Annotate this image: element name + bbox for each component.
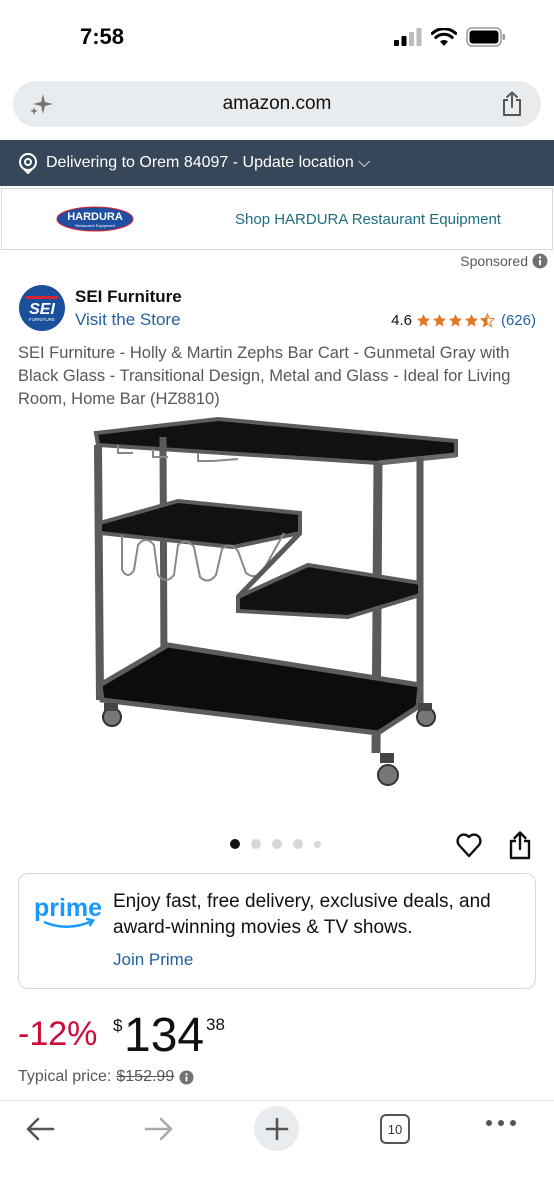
sei-logo-mark: SEI FURNITURE: [26, 296, 58, 322]
gallery-dot[interactable]: [314, 840, 321, 848]
cellular-signal-icon: [394, 28, 422, 46]
more-menu-icon[interactable]: [486, 1120, 516, 1126]
heart-icon[interactable]: [455, 831, 483, 859]
forward-arrow-icon[interactable]: [143, 1115, 175, 1143]
gallery-pagination[interactable]: [230, 839, 321, 849]
star-rating: [416, 313, 495, 328]
typical-price-value: $152.99: [116, 1068, 175, 1085]
status-icons: [394, 27, 506, 47]
brand-logo[interactable]: SEI FURNITURE: [19, 285, 65, 331]
visit-store-link[interactable]: Visit the Store: [75, 310, 181, 330]
gallery-dot[interactable]: [251, 839, 261, 849]
plus-icon: [265, 1117, 288, 1140]
price-whole: 134: [124, 1009, 205, 1062]
prime-promo-card[interactable]: prime Enjoy fast, free delivery, exclusi…: [18, 873, 536, 989]
rating-count[interactable]: (626): [501, 312, 536, 329]
price-fraction: 38: [206, 1015, 225, 1034]
hardura-logo: HARDURA Restaurant Equipment: [56, 206, 134, 232]
gallery-dot-active[interactable]: [230, 839, 240, 849]
star-icon: [416, 313, 431, 327]
info-icon[interactable]: [179, 1069, 194, 1085]
svg-text:Restaurant Equipment: Restaurant Equipment: [75, 223, 116, 228]
delivery-text[interactable]: Delivering to Orem 84097 - Update locati…: [46, 154, 370, 172]
status-bar: 7:58: [0, 0, 554, 76]
rating-summary[interactable]: 4.6 (626): [391, 312, 536, 329]
sponsored-banner[interactable]: HARDURA Restaurant Equipment Shop HARDUR…: [1, 188, 553, 250]
price-symbol: $: [113, 1016, 123, 1035]
product-image[interactable]: [88, 415, 468, 795]
url-text[interactable]: amazon.com: [13, 93, 541, 115]
banner-link[interactable]: Shop HARDURA Restaurant Equipment: [235, 211, 501, 228]
prime-description: Enjoy fast, free delivery, exclusive dea…: [113, 891, 491, 938]
battery-icon: [466, 27, 505, 47]
svg-text:FURNITURE: FURNITURE: [29, 317, 55, 322]
brand-name: SEI Furniture: [75, 287, 182, 306]
svg-text:SEI: SEI: [29, 301, 55, 318]
status-time: 7:58: [80, 24, 125, 49]
info-icon[interactable]: [532, 253, 548, 269]
discount-percent: -12%: [18, 1015, 98, 1053]
sponsored-label[interactable]: Sponsored: [460, 253, 548, 269]
address-bar[interactable]: amazon.com: [13, 81, 541, 127]
share-icon[interactable]: [508, 830, 532, 860]
new-tab-button[interactable]: [254, 1106, 299, 1151]
gallery-dot[interactable]: [293, 839, 303, 849]
browser-toolbar: 10: [0, 1100, 554, 1200]
half-star-icon: [479, 313, 495, 328]
location-pin-icon: [19, 153, 37, 174]
svg-text:prime: prime: [34, 894, 102, 922]
prime-logo: prime: [34, 894, 102, 928]
wifi-icon: [431, 27, 457, 46]
svg-text:HARDURA: HARDURA: [67, 211, 123, 223]
star-icon: [432, 313, 447, 327]
back-arrow-icon[interactable]: [24, 1115, 56, 1143]
tab-switcher-button[interactable]: 10: [380, 1114, 410, 1144]
product-title: SEI Furniture - Holly & Martin Zephs Bar…: [18, 344, 511, 408]
star-icon: [464, 313, 479, 327]
gallery-dot[interactable]: [272, 839, 282, 849]
share-icon[interactable]: [501, 91, 523, 117]
join-prime-link[interactable]: Join Prime: [113, 950, 193, 970]
star-icon: [448, 313, 463, 327]
rating-value: 4.6: [391, 312, 412, 329]
typical-price: Typical price: $152.99: [18, 1068, 194, 1086]
delivery-location-bar[interactable]: Delivering to Orem 84097 - Update locati…: [0, 140, 554, 186]
typical-price-label: Typical price:: [18, 1068, 112, 1085]
